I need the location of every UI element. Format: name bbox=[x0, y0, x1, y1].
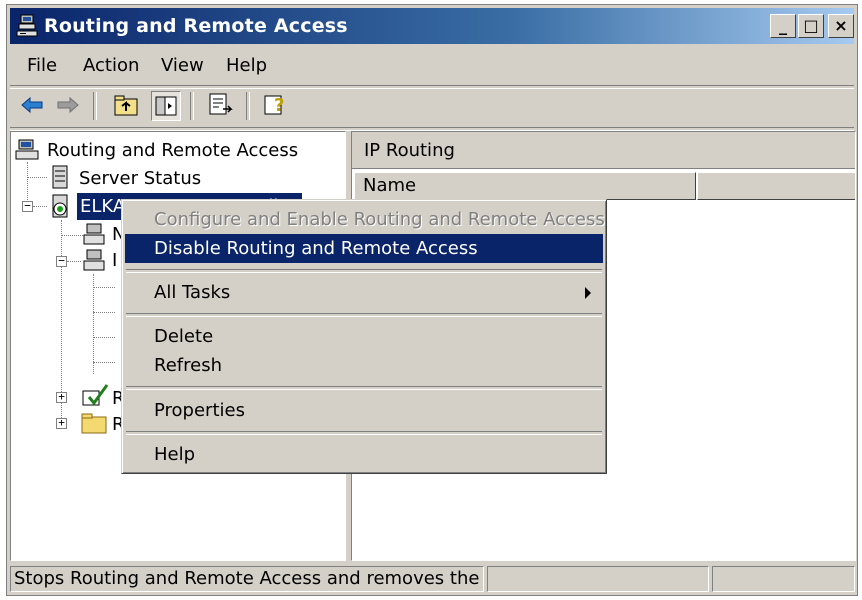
menu-action[interactable]: Action bbox=[83, 55, 139, 76]
results-pane-header: IP Routing bbox=[352, 132, 855, 169]
menu-item-help[interactable]: Help bbox=[125, 440, 603, 469]
toolbar-separator bbox=[190, 92, 194, 120]
folder-icon bbox=[81, 413, 107, 434]
forward-button[interactable] bbox=[54, 91, 84, 121]
status-panel-2 bbox=[487, 566, 709, 592]
menu-item-all-tasks-label: All Tasks bbox=[154, 282, 231, 303]
server-icon bbox=[16, 14, 38, 37]
tree-line bbox=[93, 337, 115, 339]
collapse-server-toggle[interactable]: − bbox=[22, 200, 33, 212]
routing-root-icon bbox=[15, 139, 39, 160]
menu-item-all-tasks[interactable]: All Tasks bbox=[125, 278, 603, 307]
expand-remote-logging-toggle[interactable]: + bbox=[56, 417, 67, 429]
menu-item-properties-label: Properties bbox=[154, 400, 245, 421]
tree-line bbox=[61, 235, 83, 237]
toolbar-separator bbox=[246, 92, 250, 120]
collapse-ip-routing-toggle[interactable]: − bbox=[56, 255, 67, 267]
submenu-arrow-icon bbox=[585, 287, 591, 299]
maximize-button[interactable]: □ bbox=[798, 14, 824, 38]
status-bar: Stops Routing and Remote Access and remo… bbox=[10, 565, 855, 593]
menu-bar: File Action View Help bbox=[10, 47, 854, 85]
tree-item-root[interactable]: Routing and Remote Access bbox=[47, 140, 298, 161]
back-arrow-icon bbox=[21, 96, 43, 114]
server-status-icon bbox=[52, 165, 68, 189]
menu-item-delete[interactable]: Delete bbox=[125, 322, 603, 351]
server-node-icon bbox=[52, 194, 68, 218]
menu-item-configure-label: Configure and Enable Routing and Remote … bbox=[154, 209, 605, 230]
close-button[interactable]: × bbox=[828, 14, 854, 38]
show-hide-tree-button[interactable] bbox=[151, 91, 181, 121]
export-list-button[interactable] bbox=[207, 91, 237, 121]
up-one-level-button[interactable] bbox=[112, 91, 142, 121]
tree-item-ip-routing[interactable]: I bbox=[112, 250, 117, 271]
console-tree-icon bbox=[155, 96, 177, 116]
tree-line bbox=[93, 287, 115, 289]
menu-separator bbox=[126, 313, 602, 317]
toolbar-separator bbox=[93, 92, 97, 120]
expand-remote-access-toggle[interactable]: + bbox=[56, 391, 67, 403]
menu-item-disable[interactable]: Disable Routing and Remote Access bbox=[125, 234, 603, 263]
network-interfaces-icon bbox=[83, 223, 105, 245]
menu-item-configure[interactable]: Configure and Enable Routing and Remote … bbox=[125, 205, 605, 234]
toolbar: ? bbox=[10, 87, 854, 127]
context-menu: Configure and Enable Routing and Remote … bbox=[121, 199, 607, 474]
export-list-icon bbox=[209, 93, 233, 115]
tree-line bbox=[27, 177, 47, 179]
tree-line bbox=[93, 274, 95, 374]
tree-line bbox=[33, 206, 47, 208]
menu-item-refresh-label: Refresh bbox=[154, 355, 222, 376]
remote-access-policies-icon bbox=[82, 384, 109, 406]
help-icon: ? bbox=[264, 95, 284, 116]
results-pane-title: IP Routing bbox=[364, 140, 455, 161]
back-button[interactable] bbox=[18, 91, 48, 121]
column-header-name[interactable]: Name bbox=[354, 172, 696, 200]
menu-help[interactable]: Help bbox=[226, 55, 267, 76]
menu-item-refresh[interactable]: Refresh bbox=[125, 351, 603, 380]
folder-up-icon bbox=[114, 95, 138, 116]
menu-item-delete-label: Delete bbox=[154, 326, 214, 347]
menu-item-disable-label: Disable Routing and Remote Access bbox=[154, 238, 478, 259]
status-text: Stops Routing and Remote Access and remo… bbox=[10, 566, 484, 592]
column-header-empty[interactable] bbox=[697, 172, 855, 200]
tree-item-server-status[interactable]: Server Status bbox=[79, 168, 201, 189]
tree-line bbox=[93, 312, 115, 314]
menu-view[interactable]: View bbox=[161, 55, 204, 76]
minimize-button[interactable]: _ bbox=[770, 14, 796, 38]
window-title: Routing and Remote Access bbox=[44, 15, 348, 37]
menu-separator bbox=[126, 269, 602, 273]
title-bar[interactable]: Routing and Remote Access _ □ × bbox=[10, 8, 854, 44]
tree-line bbox=[67, 261, 81, 263]
menu-separator bbox=[126, 386, 602, 390]
menu-separator bbox=[126, 431, 602, 435]
tree-line bbox=[93, 362, 115, 364]
menu-item-help-label: Help bbox=[154, 444, 196, 465]
help-button[interactable]: ? bbox=[262, 91, 292, 121]
ip-routing-icon bbox=[83, 249, 105, 271]
svg-text:?: ? bbox=[274, 95, 284, 116]
menu-item-properties[interactable]: Properties bbox=[125, 396, 603, 425]
menu-file[interactable]: File bbox=[27, 55, 57, 76]
forward-arrow-icon bbox=[57, 96, 79, 114]
status-panel-3 bbox=[712, 566, 855, 592]
